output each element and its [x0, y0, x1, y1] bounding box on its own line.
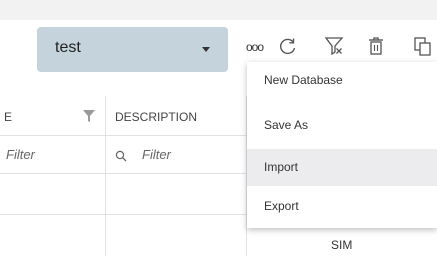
table-cell[interactable]	[106, 174, 247, 215]
menu-item-import[interactable]: Import	[247, 149, 437, 186]
table-cell-text: SIM	[331, 238, 353, 252]
table-cell[interactable]	[0, 174, 106, 215]
column-header-description[interactable]: DESCRIPTION	[106, 96, 247, 136]
filter-icon[interactable]	[83, 110, 95, 122]
filter-cell[interactable]: Filter	[0, 136, 106, 174]
filter-cell-description[interactable]: Filter	[106, 136, 247, 174]
filter-placeholder: Filter	[6, 147, 35, 162]
chevron-down-icon	[202, 47, 210, 52]
menu-item-new-database[interactable]: New Database	[247, 62, 437, 99]
top-strip	[0, 0, 437, 20]
copy-icon[interactable]	[413, 36, 433, 56]
search-icon	[115, 150, 127, 162]
column-header-label: E	[4, 110, 13, 124]
more-options-icon[interactable]: ooo	[246, 40, 264, 54]
refresh-icon[interactable]	[278, 36, 298, 56]
column-header[interactable]: E	[0, 96, 106, 136]
table-cell[interactable]	[106, 215, 247, 256]
more-options-menu: New Database Save As Import Export	[247, 62, 437, 228]
delete-icon[interactable]	[366, 36, 386, 56]
menu-item-export[interactable]: Export	[247, 188, 437, 225]
clear-filter-icon[interactable]	[324, 36, 344, 56]
table-cell[interactable]	[0, 215, 106, 256]
menu-item-save-as[interactable]: Save As	[247, 107, 437, 144]
filter-placeholder: Filter	[142, 147, 171, 162]
database-select[interactable]: test	[37, 27, 228, 72]
database-select-value: test	[55, 39, 81, 56]
column-header-label: DESCRIPTION	[115, 110, 198, 124]
